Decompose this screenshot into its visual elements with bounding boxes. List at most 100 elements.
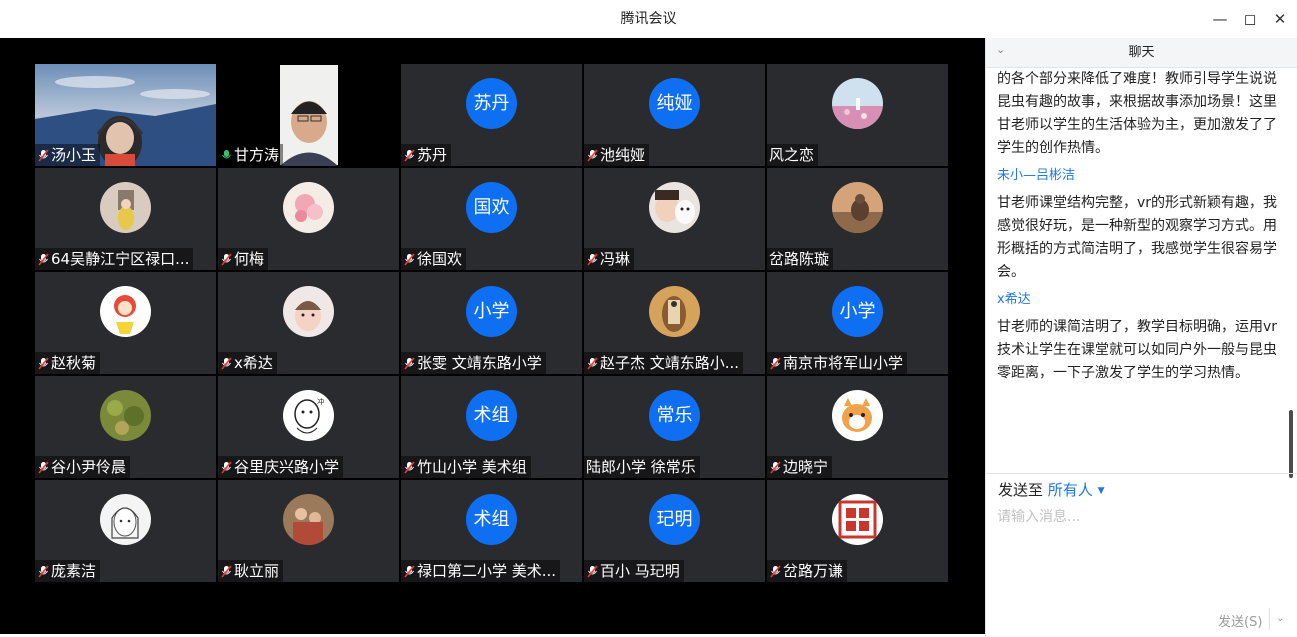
mic-muted-icon (38, 357, 49, 370)
participant-name: 边晓宁 (767, 456, 833, 478)
participant-tile[interactable]: 何梅 (218, 168, 399, 270)
participant-name: 何梅 (218, 248, 269, 270)
maximize-icon[interactable]: ◻ (1239, 8, 1261, 30)
chat-input[interactable]: 请输入消息... (997, 506, 1080, 526)
participant-tile[interactable]: 纯娅 池纯娅 (584, 64, 765, 166)
avatar: 小学 (832, 286, 883, 337)
avatar (832, 182, 883, 233)
participant-tile[interactable]: 岔路万谦 (767, 480, 948, 582)
chat-scrollbar[interactable] (1289, 410, 1293, 478)
participant-tile[interactable]: 玘明 百小 马玘明 (584, 480, 765, 582)
chat-messages[interactable]: 的各个部分来降低了难度！教师引导学生说说昆虫有趣的故事，来根据故事添加场景！这里… (986, 68, 1286, 473)
participant-name: 南京市将军山小学 (767, 352, 908, 374)
chat-message-sender[interactable]: x希达 (997, 290, 1286, 310)
participant-name: 苏丹 (401, 144, 452, 166)
recipient-dropdown[interactable]: 所有人 (1048, 481, 1093, 499)
participant-name: 禄口第二小学 美术... (401, 560, 561, 582)
participant-name: 岔路万谦 (767, 560, 848, 582)
participant-tile[interactable]: 赵秋菊 (35, 272, 216, 374)
send-to-label: 发送至 (998, 481, 1044, 499)
mic-muted-icon (38, 149, 49, 162)
participant-tile[interactable]: 甘方涛 (218, 64, 399, 166)
avatar (283, 494, 334, 545)
mic-muted-icon (404, 253, 415, 266)
participant-tile[interactable]: 术组 竹山小学 美术组 (401, 376, 582, 478)
chat-panel: ⌄ 聊天 的各个部分来降低了难度！教师引导学生说说昆虫有趣的故事，来根据故事添加… (985, 38, 1297, 637)
participant-name: 赵秋菊 (35, 352, 101, 374)
chat-message-sender[interactable]: 未小—吕彬洁 (997, 166, 1286, 186)
mic-muted-icon (770, 565, 781, 578)
mic-muted-icon (38, 253, 49, 266)
participant-tile[interactable]: 术组 禄口第二小学 美术... (401, 480, 582, 582)
participant-name: 甘方涛 (218, 144, 284, 166)
participant-name: 池纯娅 (584, 144, 650, 166)
participant-name: 耿立丽 (218, 560, 284, 582)
participant-tile[interactable]: 赵子杰 文靖东路小... (584, 272, 765, 374)
avatar: 纯娅 (649, 78, 700, 129)
avatar: 苏丹 (466, 78, 517, 129)
participant-name: 64吴静江宁区禄口... (35, 248, 194, 270)
avatar (649, 182, 700, 233)
avatar (100, 182, 151, 233)
avatar (832, 78, 883, 129)
close-icon[interactable]: ✕ (1269, 8, 1291, 30)
send-button[interactable]: 发送(S) (1218, 611, 1262, 630)
participant-tile[interactable]: 边晓宁 (767, 376, 948, 478)
window-title: 腾讯会议 (620, 11, 677, 27)
participant-name: 岔路陈璇 (767, 248, 834, 270)
send-divider (1269, 608, 1270, 630)
send-to-selector[interactable]: 发送至 所有人 ▼ (998, 479, 1105, 500)
mic-muted-icon (221, 461, 232, 474)
participant-tile[interactable]: 冲 谷里庆兴路小学 (218, 376, 399, 478)
mic-muted-icon (404, 565, 415, 578)
participant-tile[interactable]: 岔路陈璇 (767, 168, 948, 270)
participant-name: 竹山小学 美术组 (401, 456, 531, 478)
minimize-icon[interactable]: — (1209, 8, 1231, 30)
dropdown-caret-icon[interactable]: ▼ (1098, 486, 1105, 496)
video-grid: 汤小玉 甘方涛 苏丹 苏丹 纯娅 池纯娅 风之恋 64吴静江宁区禄口... 何梅… (0, 38, 985, 634)
participant-tile[interactable]: 64吴静江宁区禄口... (35, 168, 216, 270)
participant-tile[interactable]: 国欢 徐国欢 (401, 168, 582, 270)
avatar (100, 494, 151, 545)
svg-text:冲: 冲 (317, 397, 324, 406)
avatar (100, 286, 151, 337)
title-bar: 腾讯会议 — ◻ ✕ (0, 0, 1297, 38)
avatar: 小学 (466, 286, 517, 337)
participant-name: 汤小玉 (35, 144, 101, 166)
participant-name: 张雯 文靖东路小学 (401, 352, 546, 374)
mic-muted-icon (221, 357, 232, 370)
participant-tile[interactable]: x希达 (218, 272, 399, 374)
chat-divider (986, 473, 1297, 474)
mic-muted-icon (587, 149, 598, 162)
mic-muted-icon (770, 357, 781, 370)
chat-message-text: 甘老师课堂结构完整，vr的形式新颖有趣，我感觉很好玩，是一种新型的观察学习方式。… (997, 195, 1278, 280)
participant-name: 冯琳 (584, 248, 635, 270)
participant-tile[interactable]: 常乐 陆郎小学 徐常乐 (584, 376, 765, 478)
participant-name: 庞素洁 (35, 560, 101, 582)
participant-tile[interactable]: 风之恋 (767, 64, 948, 166)
participant-tile[interactable]: 小学 张雯 文靖东路小学 (401, 272, 582, 374)
participant-tile[interactable]: 汤小玉 (35, 64, 216, 166)
avatar: 国欢 (466, 182, 517, 233)
participant-tile[interactable]: 苏丹 苏丹 (401, 64, 582, 166)
avatar (832, 390, 883, 441)
participant-tile[interactable]: 冯琳 (584, 168, 765, 270)
avatar (649, 286, 700, 337)
participant-tile[interactable]: 耿立丽 (218, 480, 399, 582)
mic-muted-icon (38, 565, 49, 578)
participant-name: 谷小尹伶晨 (35, 456, 131, 478)
mic-muted-icon (221, 565, 232, 578)
avatar: 玘明 (649, 494, 700, 545)
send-options-chevron-icon[interactable]: ⌄ (1276, 613, 1284, 624)
participant-name: 徐国欢 (401, 248, 467, 270)
avatar: 冲 (283, 390, 334, 441)
avatar: 常乐 (649, 390, 700, 441)
avatar (283, 182, 334, 233)
chat-message-text: 的各个部分来降低了难度！教师引导学生说说昆虫有趣的故事，来根据故事添加场景！这里… (997, 71, 1277, 156)
mic-muted-icon (587, 253, 598, 266)
participant-tile[interactable]: 小学 南京市将军山小学 (767, 272, 948, 374)
participant-tile[interactable]: 庞素洁 (35, 480, 216, 582)
mic-active-icon (222, 150, 231, 159)
participant-tile[interactable]: 谷小尹伶晨 (35, 376, 216, 478)
avatar: 术组 (466, 390, 517, 441)
